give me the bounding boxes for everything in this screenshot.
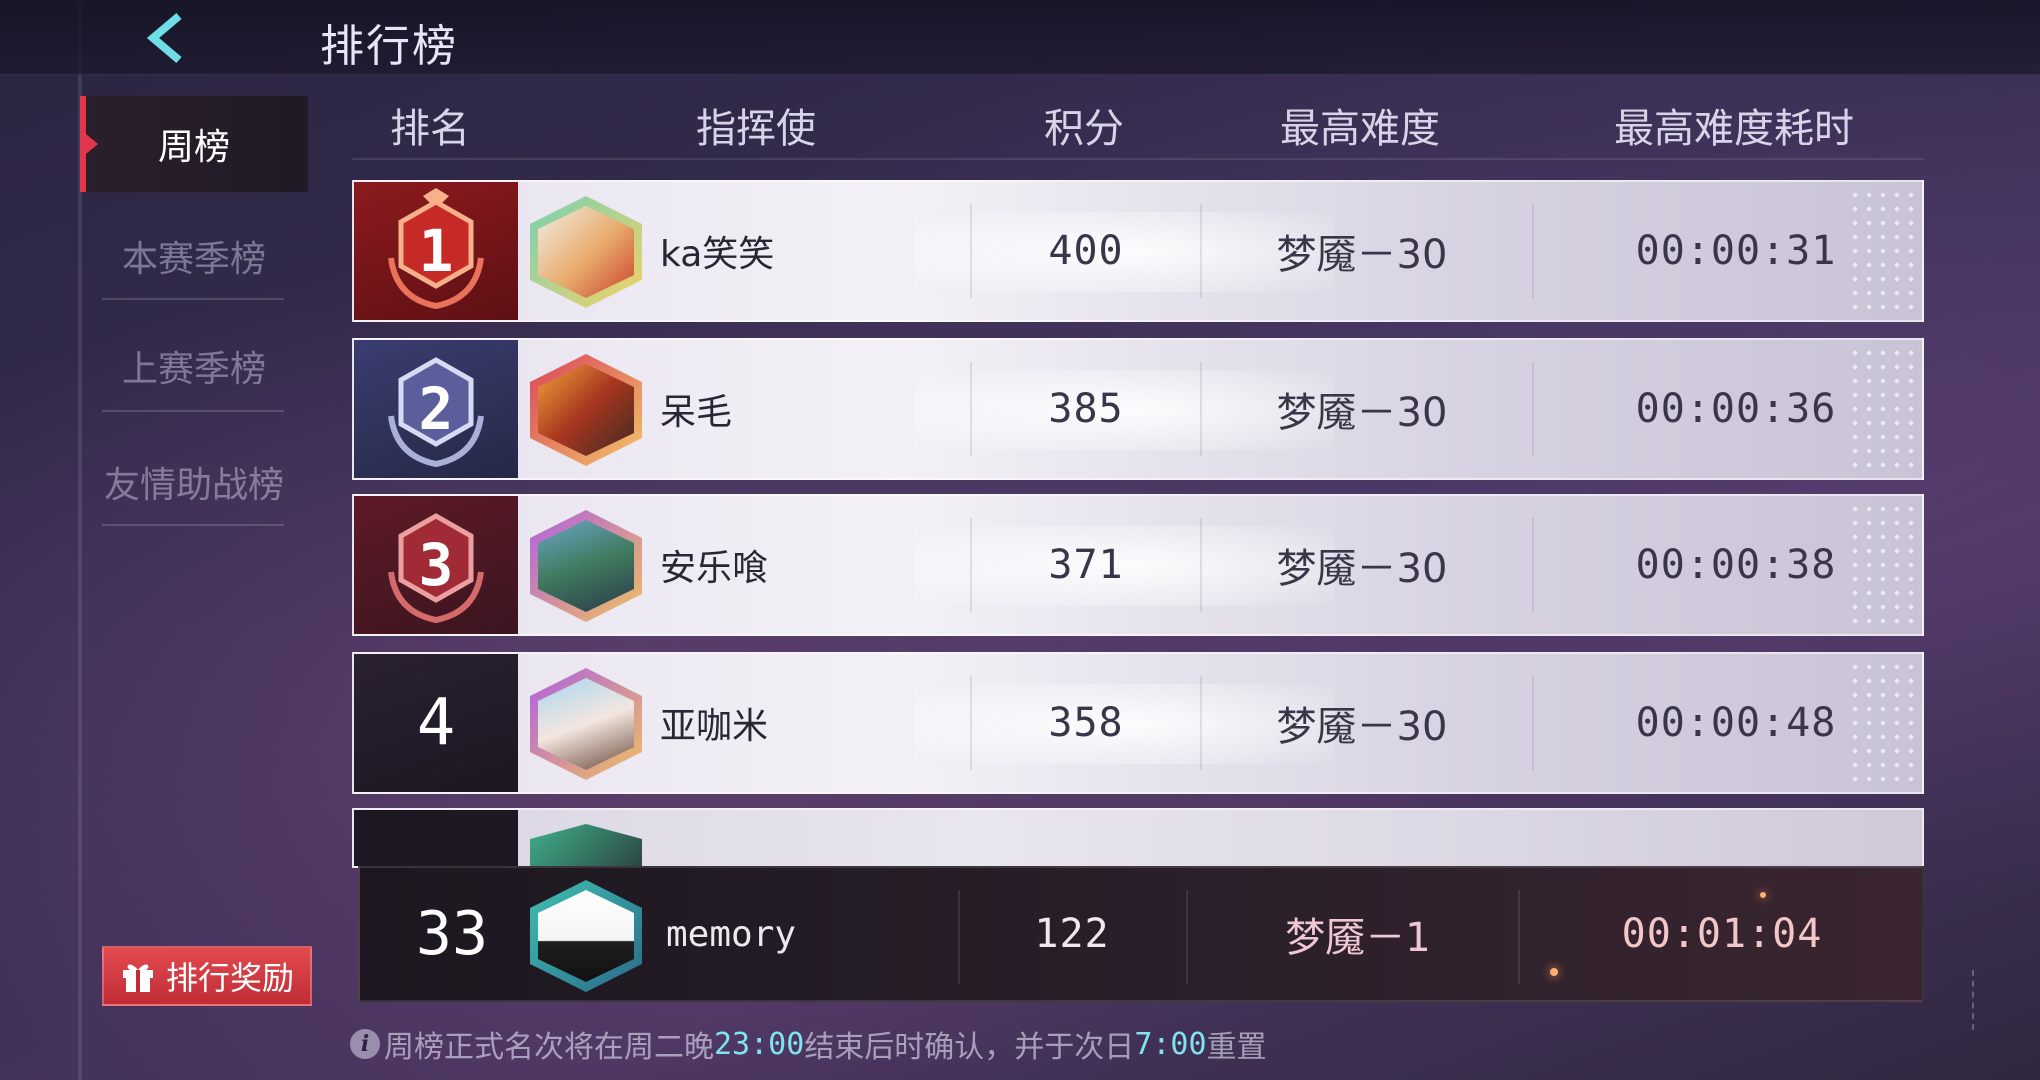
rank-reward-button[interactable]: 排行奖励: [102, 946, 312, 1006]
column-header-max-difficulty-time: 最高难度耗时: [1614, 106, 1854, 152]
row-shine: [914, 212, 1334, 292]
reset-notice: i 周榜正式名次将在周二晚 23:00 结束后时确认，并于次日 7:00 重置: [350, 1022, 1267, 1066]
notice-time-1: 23:00: [714, 1026, 805, 1062]
table-row[interactable]: 2 呆毛 385 梦魇－30 00:00:36: [352, 338, 1924, 480]
rank-badge-silver: 2: [354, 340, 518, 478]
column-divider: [1532, 676, 1534, 770]
decor-dots: [1848, 188, 1918, 314]
column-divider: [970, 676, 972, 770]
score-value: 358: [1048, 700, 1124, 746]
rank-badge-gold: 1: [354, 182, 518, 320]
my-commander-name: memory: [666, 913, 797, 955]
tab-last-season-label: 上赛季榜: [121, 349, 266, 390]
tab-weekly[interactable]: 周榜: [80, 96, 308, 192]
difficulty-value: 梦魇－30: [1276, 390, 1448, 436]
rank-box: [354, 810, 518, 866]
nav-divider: [102, 410, 284, 412]
info-icon: i: [350, 1029, 380, 1059]
decor-dots: [1848, 346, 1918, 472]
rank-badge-bronze: 3: [354, 496, 518, 634]
spark-decor: [1550, 968, 1558, 976]
difficulty-value: 梦魇－30: [1276, 232, 1448, 278]
column-divider: [970, 518, 972, 612]
tab-weekly-label: 周榜: [157, 127, 230, 168]
time-value: 00:00:38: [1635, 542, 1837, 588]
column-divider: [1532, 204, 1534, 298]
my-rank-number: 33: [415, 899, 489, 969]
gift-icon: [122, 964, 153, 992]
top-bar: 排行榜: [0, 0, 2040, 75]
scrollbar[interactable]: [1972, 970, 1978, 1030]
table-row[interactable]: 3 安乐喰 371 梦魇－30 00:00:38: [352, 494, 1924, 636]
decor-dots: [1848, 660, 1918, 786]
my-score-value: 122: [1034, 911, 1110, 957]
time-value: 00:00:48: [1635, 700, 1837, 746]
my-difficulty-value: 梦魇－1: [1285, 915, 1431, 961]
column-header-max-difficulty: 最高难度: [1280, 106, 1440, 152]
commander-name: ka笑笑: [660, 234, 775, 275]
score-value: 371: [1048, 542, 1124, 588]
my-time-value: 00:01:04: [1621, 911, 1823, 957]
commander-name: 呆毛: [660, 392, 733, 433]
page-title: 排行榜: [320, 21, 458, 72]
column-divider: [1518, 890, 1520, 984]
difficulty-value: 梦魇－30: [1276, 704, 1448, 750]
score-value: 400: [1048, 228, 1124, 274]
column-divider: [1200, 362, 1202, 456]
tab-friend-assist-label: 友情助战榜: [103, 465, 284, 506]
commander-name: 安乐喰: [660, 548, 769, 589]
column-divider: [1186, 890, 1188, 984]
header-divider: [352, 158, 1924, 160]
notice-text-1: 周榜正式名次将在周二晚: [384, 1030, 714, 1065]
rank-box: 4: [354, 654, 518, 792]
column-header-rank: 排名: [390, 106, 470, 152]
table-row[interactable]: 4 亚咖米 358 梦魇－30 00:00:48: [352, 652, 1924, 794]
nav-divider: [102, 524, 284, 526]
notice-time-2: 7:00: [1134, 1026, 1207, 1062]
column-divider: [1200, 204, 1202, 298]
column-divider: [1200, 518, 1202, 612]
column-divider: [1532, 518, 1534, 612]
rank-reward-label: 排行奖励: [165, 959, 294, 997]
my-rank-row[interactable]: 33 memory 122 梦魇－1 00:01:04: [358, 866, 1924, 1002]
column-divider: [970, 362, 972, 456]
column-header-score: 积分: [1044, 106, 1124, 152]
notice-text-2: 结束后时确认，并于次日: [804, 1030, 1135, 1065]
column-header-commander: 指挥使: [696, 106, 816, 152]
rank-number: 4: [416, 686, 456, 760]
column-divider: [1200, 676, 1202, 770]
spark-decor: [1760, 892, 1766, 898]
time-value: 00:00:36: [1635, 386, 1837, 432]
column-divider: [958, 890, 960, 984]
row-shine: [914, 370, 1334, 450]
decor-dots: [1848, 502, 1918, 628]
rank-number: 1: [418, 217, 454, 285]
back-button[interactable]: [130, 10, 200, 66]
tab-this-season-label: 本赛季榜: [121, 239, 266, 280]
time-value: 00:00:31: [1635, 228, 1837, 274]
column-divider: [970, 204, 972, 298]
chevron-left-icon: [146, 12, 182, 64]
tab-last-season[interactable]: 上赛季榜: [80, 318, 308, 414]
table-row[interactable]: 1 ka笑笑 400 梦魇－30 00:00:31: [352, 180, 1924, 322]
rank-number: 2: [418, 375, 454, 443]
nav-divider: [102, 298, 284, 300]
rank-number: 3: [418, 531, 454, 599]
difficulty-value: 梦魇－30: [1276, 546, 1448, 592]
commander-name: 亚咖米: [660, 706, 769, 747]
row-shine: [914, 526, 1334, 606]
column-divider: [1532, 362, 1534, 456]
notice-text-3: 重置: [1206, 1030, 1267, 1065]
avatar: [530, 824, 642, 866]
score-value: 385: [1048, 386, 1124, 432]
tab-friend-assist[interactable]: 友情助战榜: [80, 434, 308, 530]
tab-this-season[interactable]: 本赛季榜: [80, 208, 308, 304]
table-row-partial[interactable]: [352, 808, 1924, 868]
row-shine: [914, 684, 1334, 764]
